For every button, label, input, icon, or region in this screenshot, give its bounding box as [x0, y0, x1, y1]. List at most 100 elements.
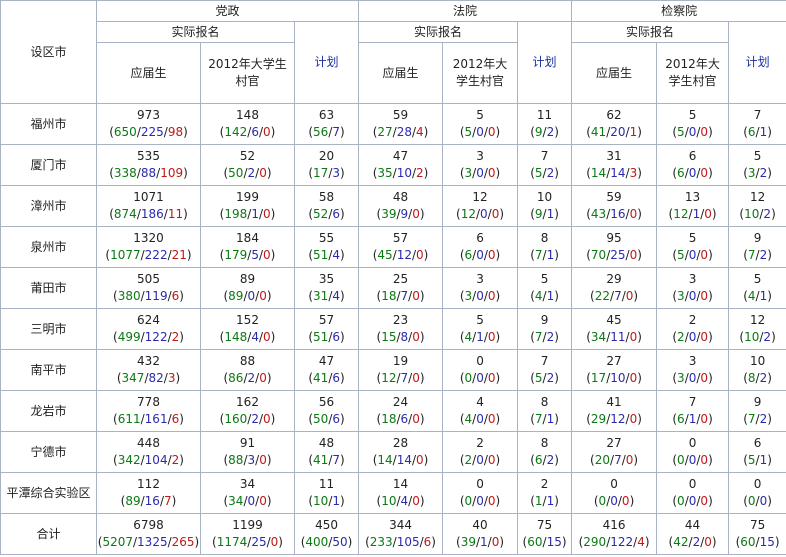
- cell-breakdown: (874/186/11): [109, 207, 188, 221]
- data-cell: 63 (56/7): [293, 103, 360, 145]
- cell-breakdown: (5/0/0): [672, 248, 713, 262]
- cell-breakdown: (14/14/3): [586, 166, 642, 180]
- cell-total: 778: [137, 395, 160, 409]
- breakdown-value-b: 6: [332, 371, 340, 385]
- data-cell: 10 (9/1): [517, 185, 573, 227]
- cell-total: 5: [688, 108, 697, 122]
- data-cell: 5 (4/1): [728, 267, 786, 309]
- cell-total: 448: [137, 436, 160, 450]
- breakdown-value-a: 380: [117, 289, 141, 303]
- breakdown-value-b: 25: [251, 535, 267, 549]
- fresh-graduate-header: 应届生: [96, 42, 201, 104]
- cell-total: 95: [606, 231, 622, 245]
- breakdown-value-b: 0: [476, 494, 484, 508]
- cell-total: 3: [476, 272, 484, 286]
- table-row: 福州市 973 (650/225/98) 148 (142/6/0) 63 (56/7) 59…: [0, 103, 786, 145]
- data-cell: 57 (51/6): [293, 308, 360, 350]
- breakdown-value-a: 41: [313, 453, 329, 467]
- cell-breakdown: (10/2): [739, 330, 776, 344]
- cell-breakdown: (2/0/0): [672, 330, 713, 344]
- breakdown-value-c: 0: [416, 248, 424, 262]
- breakdown-value-a: 7: [747, 412, 756, 426]
- breakdown-value-a: 20: [594, 453, 611, 467]
- cell-breakdown: (51/6): [308, 330, 345, 344]
- breakdown-value-b: 186: [140, 207, 164, 221]
- cell-breakdown: (6/2): [530, 453, 559, 467]
- cell-breakdown: (34/0/0): [223, 494, 272, 508]
- breakdown-value-b: 225: [140, 125, 164, 139]
- data-cell: 20 (17/3): [293, 144, 360, 186]
- data-cell: 24 (18/6/0): [358, 390, 444, 432]
- breakdown-value-b: 25: [610, 248, 626, 262]
- city-name: 平潭综合实验区: [0, 472, 97, 514]
- cell-breakdown: (50/2/0): [223, 166, 272, 180]
- city-name: 福州市: [0, 103, 97, 145]
- cell-breakdown: (56/7): [308, 125, 345, 139]
- data-cell: 12 (12/0/0): [442, 185, 519, 227]
- cell-total: 5: [753, 272, 762, 286]
- cell-total: 47: [318, 354, 335, 368]
- breakdown-value-a: 43: [590, 207, 607, 221]
- cell-breakdown: (7/2): [743, 412, 772, 426]
- data-cell: 152 (148/4/0): [200, 308, 295, 350]
- cell-total: 88: [239, 354, 256, 368]
- city-name: 厦门市: [0, 144, 97, 186]
- breakdown-value-b: 14: [610, 166, 626, 180]
- data-cell: 7 (5/2): [517, 349, 573, 391]
- breakdown-value-a: 400: [305, 535, 329, 549]
- breakdown-value-c: 7: [164, 494, 172, 508]
- breakdown-value-a: 17: [590, 371, 607, 385]
- data-cell: 344 (233/105/6): [358, 513, 444, 555]
- breakdown-value-a: 6: [464, 248, 473, 262]
- cell-breakdown: (50/6): [308, 412, 345, 426]
- breakdown-value-c: 0: [700, 494, 709, 508]
- breakdown-value-a: 4: [464, 330, 473, 344]
- data-cell: 2 (2/0/0): [442, 431, 519, 473]
- cell-breakdown: (0/0/0): [459, 494, 501, 508]
- table-row: 泉州市 1320 (1077/222/21) 184 (179/5/0) 55 (51/4)…: [0, 226, 786, 268]
- city-name: 龙岩市: [0, 390, 97, 432]
- cell-total: 31: [606, 149, 622, 163]
- breakdown-value-b: 0: [476, 453, 484, 467]
- cell-breakdown: (41/20/1): [586, 125, 642, 139]
- breakdown-value-c: 0: [487, 289, 496, 303]
- data-cell: 59 (27/28/4): [358, 103, 444, 145]
- breakdown-value-a: 39: [460, 535, 476, 549]
- registration-table: 设区市 党政 法院 检察院 实际报名 计划 实际报名 计划 实际报名 计划 应届…: [0, 0, 786, 555]
- breakdown-value-a: 0: [677, 494, 685, 508]
- breakdown-value-b: 6: [332, 207, 340, 221]
- breakdown-value-a: 42: [673, 535, 689, 549]
- breakdown-value-a: 650: [113, 125, 137, 139]
- breakdown-value-a: 35: [377, 166, 393, 180]
- cell-total: 57: [318, 313, 335, 327]
- cell-total: 13: [684, 190, 701, 204]
- breakdown-value-a: 7: [534, 412, 543, 426]
- breakdown-value-c: 0: [487, 166, 496, 180]
- data-cell: 19 (12/7/0): [358, 349, 444, 391]
- breakdown-value-a: 4: [464, 412, 473, 426]
- cell-breakdown: (0/0/0): [459, 371, 501, 385]
- breakdown-value-c: 0: [259, 289, 267, 303]
- plan-header: 计划: [293, 21, 360, 104]
- breakdown-value-c: 0: [700, 125, 709, 139]
- cell-breakdown: (27/28/4): [372, 125, 429, 139]
- breakdown-value-a: 338: [113, 166, 137, 180]
- cell-breakdown: (12/1/0): [668, 207, 717, 221]
- breakdown-value-a: 6: [677, 166, 685, 180]
- cell-breakdown: (198/1/0): [219, 207, 276, 221]
- cell-total: 55: [318, 231, 335, 245]
- breakdown-value-a: 5: [677, 125, 685, 139]
- breakdown-value-b: 20: [610, 125, 626, 139]
- breakdown-value-c: 0: [621, 494, 630, 508]
- breakdown-value-c: 4: [637, 535, 645, 549]
- cell-breakdown: (4/1): [743, 289, 772, 303]
- breakdown-value-a: 5: [534, 166, 543, 180]
- breakdown-value-a: 89: [228, 289, 244, 303]
- breakdown-value-a: 12: [673, 207, 689, 221]
- breakdown-value-a: 0: [747, 494, 756, 508]
- breakdown-value-a: 5207: [102, 535, 133, 549]
- breakdown-value-b: 50: [332, 535, 348, 549]
- breakdown-value-a: 3: [464, 166, 473, 180]
- cell-breakdown: (9/2): [530, 125, 559, 139]
- cell-total: 6: [753, 436, 762, 450]
